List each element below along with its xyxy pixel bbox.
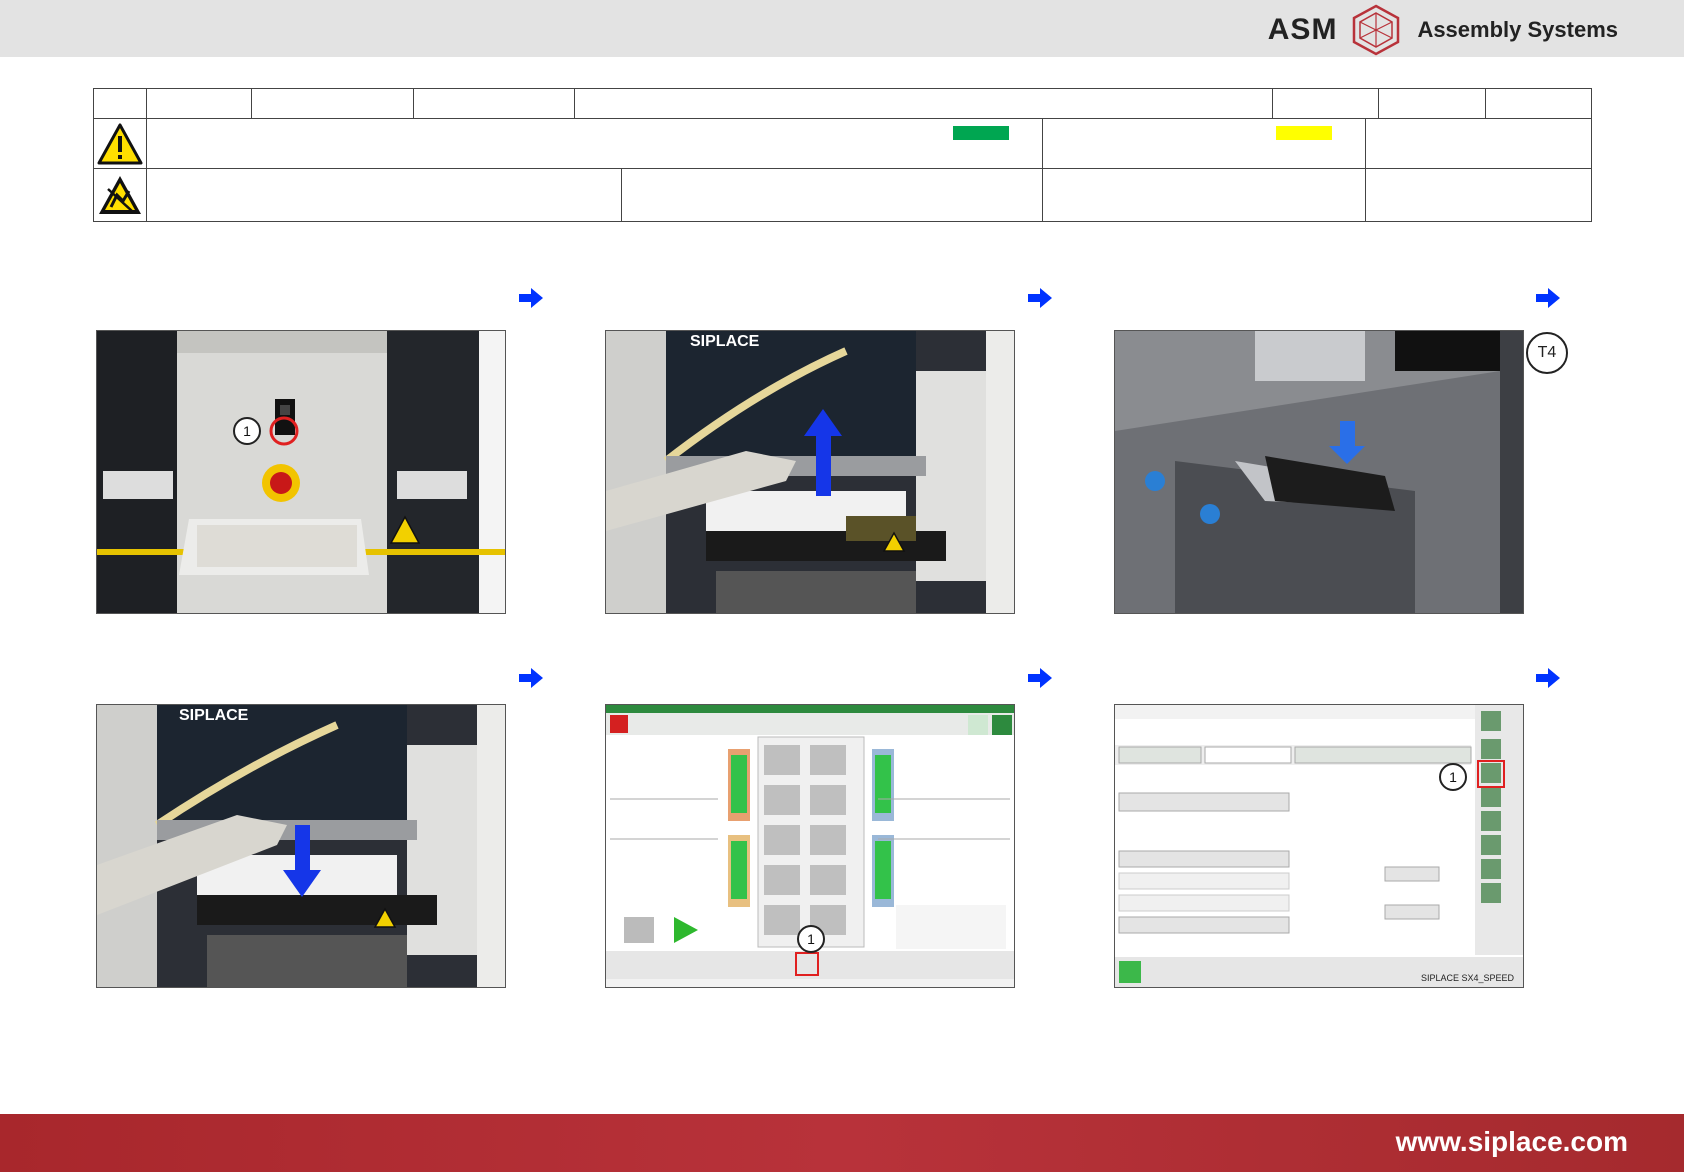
footer-url[interactable]: www.siplace.com [1396,1126,1628,1158]
table-cell [94,89,147,119]
table-cell [1366,119,1591,169]
warning-icon-cell [94,119,147,169]
blue-arrow-right-icon [1536,668,1560,688]
table-cell [1379,89,1486,119]
table-cell [147,119,1043,169]
blue-arrow-right-icon [519,288,543,308]
asm-logo-icon [1353,4,1400,56]
green-status-swatch [953,126,1009,140]
table-cell [414,89,575,119]
siplace-label: SIPLACE [690,333,760,350]
step-1-callout: 1 [233,417,261,445]
blue-arrow-right-icon [1536,288,1560,308]
footer-bar: www.siplace.com [0,1114,1684,1172]
step-1-photo: 1 [96,330,506,614]
table-cell [1043,169,1366,221]
step-5-screen: 1 [605,704,1015,988]
asm-logo: ASM Assembly Systems [1267,4,1618,56]
t4-tag: T4 [1526,332,1568,374]
step-5-callout: 1 [797,925,825,953]
blue-arrow-right-icon [519,668,543,688]
table-cell [575,89,1273,119]
table-cell [1486,89,1591,119]
table-cell [252,89,414,119]
machine-name-label: SIPLACE SX4_SPEED [1421,973,1515,983]
step-3-photo [1114,330,1524,614]
table-cell [622,169,1043,221]
table-cell [1273,89,1379,119]
table-cell [147,169,622,221]
blue-arrow-right-icon [1028,668,1052,688]
esd-icon-cell [94,169,147,221]
info-table [93,88,1592,222]
logo-tagline: Assembly Systems [1417,17,1618,42]
table-cell [1366,169,1591,221]
step-6-screen: 1 SIPLACE SX4_SPEED [1114,704,1524,988]
esd-icon [99,176,141,214]
table-cell [147,89,252,119]
logo-asm-text: ASM [1267,13,1338,46]
step-2-photo: SIPLACE [605,330,1015,614]
step-4-photo: SIPLACE [96,704,506,988]
header-bar: ASM Assembly Systems [0,0,1684,57]
step-6-callout: 1 [1439,763,1467,791]
warning-triangle-icon [97,123,143,165]
yellow-status-swatch [1276,126,1332,140]
blue-arrow-right-icon [1028,288,1052,308]
siplace-label: SIPLACE [179,707,249,724]
